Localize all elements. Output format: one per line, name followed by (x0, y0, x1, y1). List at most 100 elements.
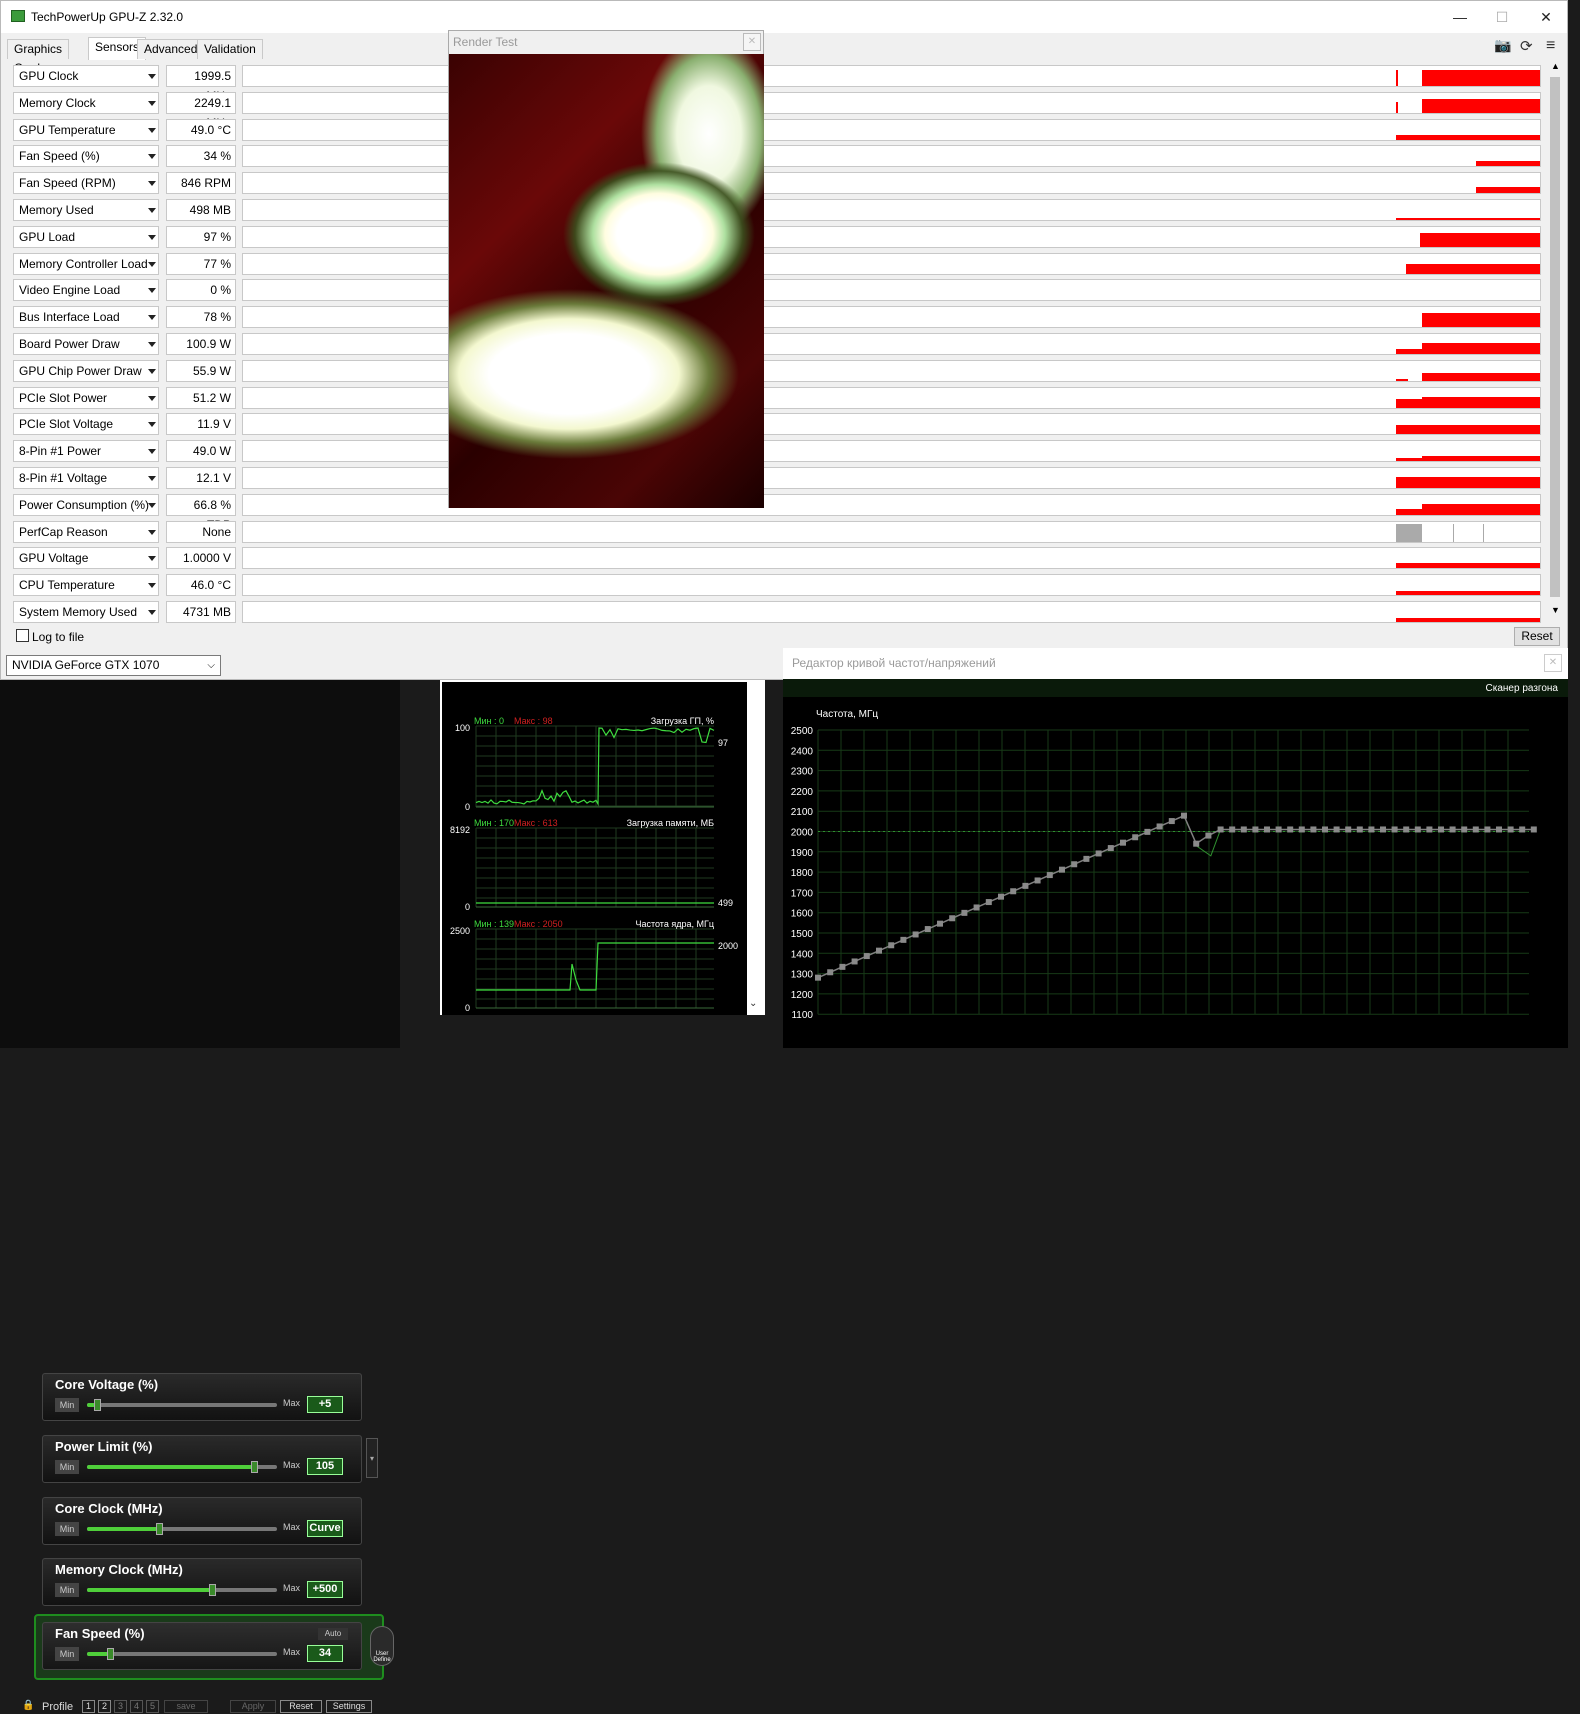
profile-3-button[interactable]: 3 (114, 1700, 127, 1713)
close-button[interactable]: ✕ (1523, 3, 1569, 31)
slider-value-box[interactable]: +5 (307, 1396, 343, 1413)
slider-value-box[interactable]: +500 (307, 1581, 343, 1598)
scroll-down-icon[interactable]: ▼ (1551, 605, 1560, 615)
slider-label: Fan Speed (%) (55, 1626, 145, 1641)
sensor-name-dropdown[interactable]: Memory Used (13, 199, 159, 221)
sensor-value: 49.0 °C (166, 119, 236, 141)
hardware-monitor: Мин : 0 Макс : 98 Загрузка ГП, % 100 0 97 Мин … (440, 680, 765, 1015)
ab-reset-button[interactable]: Reset (280, 1700, 322, 1713)
slider-fill (87, 1527, 159, 1531)
expand-chevron-icon[interactable]: ▾ (366, 1438, 378, 1478)
graph-ymax: 100 (455, 723, 470, 733)
oc-scanner-button[interactable]: Сканер разгона (1486, 683, 1558, 694)
slider-track[interactable] (87, 1465, 277, 1469)
sensor-value: 78 % (166, 306, 236, 328)
sensor-graph (242, 467, 1541, 489)
curve-point (1519, 826, 1525, 832)
slider-max-label: Max (283, 1398, 300, 1408)
profile-1-button[interactable]: 1 (82, 1700, 95, 1713)
sensor-name-dropdown[interactable]: Fan Speed (%) (13, 145, 159, 167)
curve-editor-close-icon[interactable]: ✕ (1544, 654, 1562, 672)
slider-track[interactable] (87, 1403, 277, 1407)
maximize-button[interactable]: ☐ (1479, 3, 1525, 31)
dropdown-arrow-icon (148, 128, 156, 133)
graph-title: Частота ядра, МГц (635, 919, 714, 929)
scroll-up-icon[interactable]: ▲ (1551, 61, 1560, 71)
settings-button[interactable]: Settings (326, 1700, 372, 1713)
slider-track[interactable] (87, 1527, 277, 1531)
sensor-name-dropdown[interactable]: GPU Load (13, 226, 159, 248)
sensor-name-dropdown[interactable]: PCIe Slot Power (13, 387, 159, 409)
slider-track[interactable] (87, 1588, 277, 1592)
sensor-name-dropdown[interactable]: 8-Pin #1 Power (13, 440, 159, 462)
tab-validation[interactable]: Validation (197, 39, 263, 59)
profile-5-button[interactable]: 5 (146, 1700, 159, 1713)
minimize-button[interactable]: — (1437, 3, 1483, 31)
save-profile-button[interactable]: save (164, 1700, 208, 1713)
sensor-name-dropdown[interactable]: 8-Pin #1 Voltage (13, 467, 159, 489)
sensor-graph (242, 494, 1541, 516)
sensor-name-dropdown[interactable]: GPU Chip Power Draw (13, 360, 159, 382)
sensor-graph (242, 413, 1541, 435)
render-test-close-button[interactable]: ✕ (743, 33, 761, 51)
sensor-name-dropdown[interactable]: Video Engine Load (13, 279, 159, 301)
curve-point (1083, 856, 1089, 862)
gpu-select[interactable]: NVIDIA GeForce GTX 1070 ⌵ (6, 655, 221, 676)
sensor-name: 8-Pin #1 Voltage (19, 471, 107, 485)
log-to-file-checkbox[interactable] (16, 629, 29, 642)
sensor-value: 846 RPM (166, 172, 236, 194)
profile-2-button[interactable]: 2 (98, 1700, 111, 1713)
dropdown-arrow-icon (148, 235, 156, 240)
profile-4-button[interactable]: 4 (130, 1700, 143, 1713)
sensor-value: 0 % (166, 279, 236, 301)
fan-auto-toggle[interactable]: Auto (318, 1628, 348, 1640)
slider-track[interactable] (87, 1652, 277, 1656)
scroll-thumb[interactable] (1550, 77, 1560, 597)
lock-icon[interactable]: 🔒 (22, 1700, 34, 1711)
dropdown-arrow-icon (148, 154, 156, 159)
sensor-name-dropdown[interactable]: Memory Clock (13, 92, 159, 114)
sensor-name-dropdown[interactable]: System Memory Used (13, 601, 159, 623)
sensor-history-bar (1422, 504, 1540, 515)
tab-graphics-card[interactable]: Graphics Card (7, 39, 69, 59)
slider-min-label: Min (55, 1583, 79, 1597)
sensor-name-dropdown[interactable]: Power Consumption (%) (13, 494, 159, 516)
sensor-history-bar (1422, 397, 1540, 408)
curve-point (1368, 826, 1374, 832)
reset-button[interactable]: Reset (1514, 627, 1560, 646)
curve-point (1264, 826, 1270, 832)
slider-value-box[interactable]: 34 (307, 1645, 343, 1662)
dropdown-arrow-icon (148, 422, 156, 427)
camera-icon[interactable]: 📷 (1494, 37, 1511, 54)
sensor-name-dropdown[interactable]: Board Power Draw (13, 333, 159, 355)
apply-button[interactable]: Apply (230, 1700, 276, 1713)
refresh-icon[interactable]: ⟳ (1520, 37, 1533, 55)
slider-knob[interactable] (156, 1523, 163, 1535)
graph-ymin: 0 (465, 802, 470, 812)
sensor-value: 55.9 W (166, 360, 236, 382)
monitor-scroll-down-icon[interactable]: ⌄ (749, 998, 757, 1009)
slider-value-box[interactable]: 105 (307, 1458, 343, 1475)
user-define-button[interactable]: User Define (370, 1626, 394, 1666)
sensor-scrollbar[interactable]: ▲ ▼ (1547, 59, 1563, 619)
tab-advanced[interactable]: Advanced (137, 39, 204, 59)
sensor-name-dropdown[interactable]: Bus Interface Load (13, 306, 159, 328)
slider-knob[interactable] (107, 1648, 114, 1660)
sensor-name-dropdown[interactable]: Fan Speed (RPM) (13, 172, 159, 194)
sensor-name-dropdown[interactable]: PCIe Slot Voltage (13, 413, 159, 435)
sensor-name-dropdown[interactable]: GPU Temperature (13, 119, 159, 141)
sensor-name-dropdown[interactable]: GPU Voltage (13, 547, 159, 569)
sensor-name-dropdown[interactable]: CPU Temperature (13, 574, 159, 596)
slider-knob[interactable] (209, 1584, 216, 1596)
ab-slider: Fan Speed (%) Min Max 34 (42, 1622, 362, 1670)
menu-icon[interactable]: ≡ (1546, 37, 1555, 55)
sensor-name-dropdown[interactable]: GPU Clock (13, 65, 159, 87)
sensor-name-dropdown[interactable]: PerfCap Reason (13, 521, 159, 543)
slider-value-box[interactable]: Curve (307, 1520, 343, 1537)
slider-knob[interactable] (94, 1399, 101, 1411)
sensor-value: 2249.1 MHz (166, 92, 236, 114)
slider-knob[interactable] (251, 1461, 258, 1473)
sensor-name-dropdown[interactable]: Memory Controller Load (13, 253, 159, 275)
dropdown-arrow-icon (148, 181, 156, 186)
curve-point (1229, 826, 1235, 832)
